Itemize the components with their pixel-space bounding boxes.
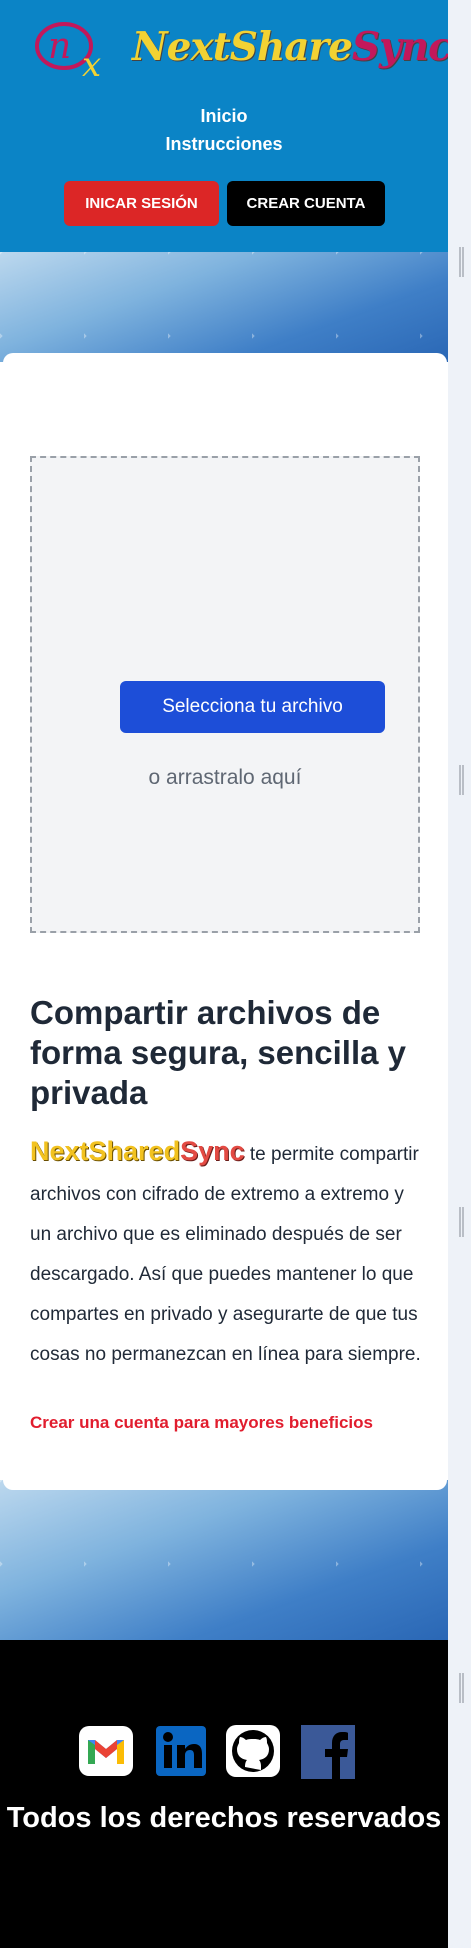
github-icon[interactable] bbox=[224, 1723, 282, 1779]
site-header: n x NextShareSync Inicio Instrucciones I… bbox=[0, 0, 448, 252]
file-dropzone[interactable]: Selecciona tu archivo o arrastralo aquí bbox=[30, 456, 420, 933]
select-file-button[interactable]: Selecciona tu archivo bbox=[120, 681, 385, 733]
scrollbar-grip[interactable] bbox=[459, 1673, 464, 1703]
description-text: te permite compartir archivos con cifrad… bbox=[30, 1144, 421, 1365]
logo-wordmark: NextShareSync bbox=[132, 24, 448, 70]
page-heading: Compartir archivos de forma segura, senc… bbox=[30, 994, 407, 1111]
login-button[interactable]: INICAR SESIÓN bbox=[64, 181, 219, 226]
scrollbar-track[interactable] bbox=[448, 0, 471, 1948]
brand-name-part1: NextShared bbox=[30, 1136, 181, 1166]
background-pattern-top bbox=[0, 252, 448, 362]
facebook-icon[interactable] bbox=[299, 1723, 357, 1779]
site-footer: Todos los derechos reservados bbox=[0, 1640, 448, 1948]
scrollbar-grip[interactable] bbox=[459, 247, 464, 277]
main-card: Selecciona tu archivo o arrastralo aquí … bbox=[3, 353, 447, 1490]
signup-button[interactable]: CREAR CUENTA bbox=[227, 181, 385, 226]
background-pattern-bottom bbox=[0, 1480, 448, 1640]
nav-link-inicio[interactable]: Inicio bbox=[0, 102, 448, 130]
logo-mark-n: n bbox=[48, 26, 71, 67]
gmail-icon[interactable] bbox=[77, 1723, 135, 1779]
linkedin-icon[interactable] bbox=[152, 1723, 210, 1779]
drag-hint: o arrastralo aquí bbox=[148, 766, 302, 789]
logo-mark-icon: n x bbox=[35, 22, 101, 82]
scrollbar-grip[interactable] bbox=[459, 1207, 464, 1237]
logo-mark-x: x bbox=[82, 45, 101, 82]
main-nav: Inicio Instrucciones bbox=[0, 102, 448, 158]
scrollbar-grip[interactable] bbox=[459, 765, 464, 795]
nav-link-instrucciones[interactable]: Instrucciones bbox=[0, 130, 448, 158]
logo-word-next: Next bbox=[132, 24, 231, 70]
logo-word-sync: Sync bbox=[351, 24, 448, 70]
copyright-text: Todos los derechos reservados bbox=[6, 1802, 442, 1834]
create-account-link[interactable]: Crear una cuenta para mayores beneficios bbox=[30, 1413, 430, 1433]
brand-name-part2: Sync bbox=[180, 1136, 245, 1166]
brand-name: NextSharedSync bbox=[30, 1136, 245, 1166]
logo-word-share: Share bbox=[229, 24, 353, 70]
logo[interactable]: n x NextShareSync bbox=[34, 14, 448, 84]
description: NextSharedSync te permite compartir arch… bbox=[30, 1131, 430, 1375]
page: n x NextShareSync Inicio Instrucciones I… bbox=[0, 0, 448, 1948]
